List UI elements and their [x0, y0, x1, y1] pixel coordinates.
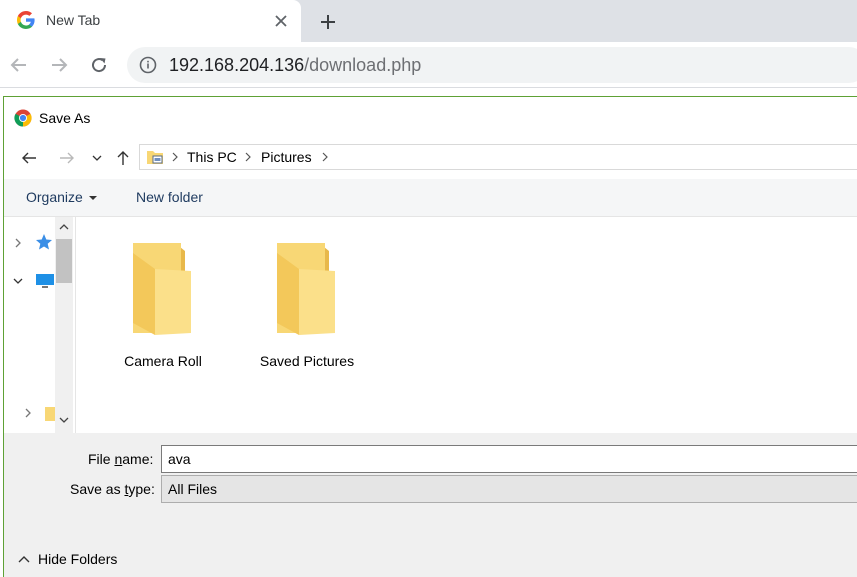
save-as-type-value: All Files [168, 481, 218, 497]
hide-folders-button[interactable]: Hide Folders [18, 551, 117, 567]
dropdown-caret-icon [88, 196, 97, 201]
folder-name: Saved Pictures [259, 353, 355, 369]
expand-chevron-icon[interactable] [24, 407, 32, 419]
save-as-type-select[interactable]: All Files [161, 475, 857, 503]
url-path: /download.php [304, 55, 422, 75]
star-icon[interactable] [35, 233, 53, 251]
save-as-type-label: Save as type: [70, 481, 155, 497]
chevron-right-icon[interactable] [321, 151, 329, 163]
url-text[interactable]: 192.168.204.136/download.php [169, 55, 421, 76]
google-g-icon [17, 11, 35, 29]
chevron-up-icon [18, 556, 30, 563]
breadcrumb-pictures[interactable]: Pictures [261, 149, 312, 165]
forward-button[interactable] [46, 52, 72, 78]
forward-icon [60, 152, 74, 164]
tab-strip: New Tab [0, 0, 857, 42]
info-icon[interactable] [139, 56, 157, 74]
save-options-panel: File name: ava Save as type: All Files H… [4, 433, 857, 577]
folder-name: Camera Roll [124, 353, 202, 369]
organize-button[interactable]: Organize [26, 189, 97, 205]
nav-scrollbar[interactable] [55, 217, 73, 433]
plus-icon [321, 15, 335, 29]
chevron-down-icon [92, 155, 102, 161]
command-bar: Organize New folder [4, 179, 857, 217]
back-icon [22, 152, 36, 164]
chrome-icon [14, 109, 32, 127]
save-as-type-label-part: Save as [70, 481, 125, 497]
url-host: 192.168.204.136 [169, 55, 305, 75]
file-name-label-part: File [88, 451, 115, 467]
dialog-title: Save As [39, 110, 91, 126]
navigation-pane [4, 217, 76, 508]
up-button[interactable] [112, 148, 134, 168]
organize-label: Organize [26, 189, 83, 205]
file-list: Camera Roll Saved Pictures [77, 217, 857, 433]
folder-icon[interactable] [45, 407, 55, 421]
file-name-label: File name: [88, 451, 153, 467]
file-name-label-part: ame: [122, 451, 154, 467]
back-icon [10, 58, 26, 72]
file-name-value: ava [168, 451, 191, 467]
back-button[interactable] [6, 52, 32, 78]
dialog-title-bar: Save As [14, 108, 90, 128]
scrollbar-thumb[interactable] [56, 239, 72, 283]
new-tab-button[interactable] [314, 8, 342, 36]
forward-icon [52, 58, 68, 72]
breadcrumb[interactable]: This PC Pictures [139, 144, 857, 170]
up-icon [117, 151, 129, 165]
chevron-right-icon[interactable] [171, 151, 179, 163]
file-name-field[interactable]: ava [161, 445, 857, 473]
reload-button[interactable] [86, 52, 112, 78]
browser-toolbar: 192.168.204.136/download.php [0, 42, 857, 88]
collapse-chevron-icon[interactable] [12, 277, 24, 285]
tab-title: New Tab [46, 12, 101, 28]
dialog-back-button[interactable] [18, 148, 40, 168]
pictures-folder-icon [147, 151, 163, 164]
monitor-icon[interactable] [35, 273, 55, 289]
dialog-address-row: This PC Pictures [4, 141, 857, 175]
hide-folders-label: Hide Folders [38, 551, 118, 567]
reload-icon [92, 58, 107, 73]
tab-new-tab[interactable]: New Tab [0, 0, 301, 42]
folder-item[interactable]: Camera Roll [103, 237, 223, 369]
folder-item[interactable]: Saved Pictures [247, 237, 367, 369]
close-icon[interactable] [270, 10, 292, 32]
scroll-down-icon[interactable] [59, 417, 69, 424]
dialog-forward-button[interactable] [56, 148, 78, 168]
breadcrumb-this-pc[interactable]: This PC [187, 149, 237, 165]
new-folder-button[interactable]: New folder [136, 189, 203, 205]
recent-locations-button[interactable] [86, 148, 108, 168]
address-bar[interactable]: 192.168.204.136/download.php [127, 47, 857, 83]
screen: New Tab 192.168.204.136/download.php Sav… [0, 0, 857, 577]
scroll-up-icon[interactable] [59, 223, 69, 230]
folder-icon [133, 243, 191, 335]
folder-icon [277, 243, 335, 335]
expand-chevron-icon[interactable] [14, 237, 22, 249]
save-as-type-label-part: ype: [128, 481, 155, 497]
chevron-right-icon[interactable] [244, 151, 252, 163]
save-as-dialog: Save As This PC Pictures Organize New fo… [3, 96, 857, 577]
